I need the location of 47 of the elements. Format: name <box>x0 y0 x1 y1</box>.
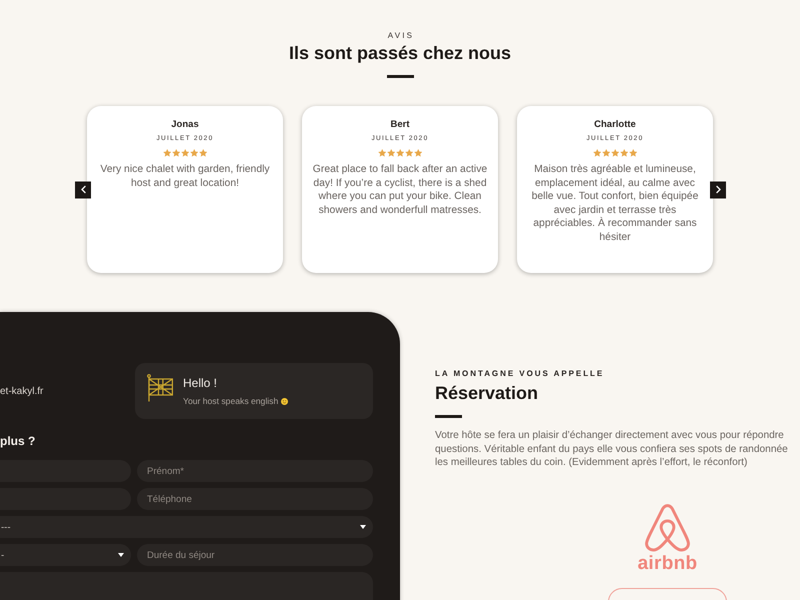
chevron-left-icon <box>80 186 86 194</box>
contact-text: et-kakyl.fr <box>0 386 44 396</box>
section-eyebrow: LA MONTAGNE VOUS APPELLE <box>435 369 604 379</box>
star-icon <box>378 149 386 158</box>
caret-down-icon <box>360 525 366 529</box>
title-underline <box>435 415 462 418</box>
review-text: Maison très agréable et lumineuse, emplacement idéal, au calme avec belle vue. Tout confort, bien équipée avec jardin et terrasse très appréciables. À recommander sans hésiter <box>530 163 700 244</box>
text-field[interactable]: Téléphone <box>137 488 373 510</box>
star-icon <box>404 149 414 158</box>
star-icon <box>610 149 620 158</box>
reviewer-name: Jonas <box>171 119 199 131</box>
reviewer-name: Charlotte <box>594 119 636 131</box>
star-icon <box>180 149 190 158</box>
text-field[interactable]: Durée du séjour <box>137 544 373 566</box>
star-icon <box>628 149 638 158</box>
section-title: Ils sont passés chez nous <box>288 42 512 64</box>
language-card-title: Hello ! <box>183 376 218 391</box>
text-field[interactable]: Prénom* <box>137 460 373 482</box>
flag-icon <box>147 374 173 402</box>
star-icon <box>198 149 208 158</box>
title-underline <box>386 75 414 78</box>
star-icon <box>396 149 404 158</box>
review-text: Very nice chalet with garden, friendly host and great location! <box>99 163 271 190</box>
caret-down-icon <box>118 553 124 557</box>
language-card-subtitle: Your host speaks english <box>183 396 278 406</box>
dropdown-field[interactable]: - <box>0 544 131 566</box>
form-title: plus ? <box>0 433 36 449</box>
star-icon <box>162 149 172 158</box>
logo-text: airbnb <box>638 554 698 574</box>
star-icon <box>172 149 180 158</box>
previous-button[interactable] <box>75 181 91 198</box>
star-icon <box>386 149 396 158</box>
star-icon <box>620 149 628 158</box>
star-icon <box>414 149 422 158</box>
description-text: Votre hôte se fera un plaisir d’échanger directement avec vous pour répondre questions. Véritable enfant du pays elle vous confiera ses spots de randonnée les meilleures tables du coin. (Evidemment après l’effort, le réconfort) <box>435 429 788 470</box>
star-icon <box>602 149 610 158</box>
section-eyebrow: AVIS <box>386 31 414 41</box>
star-icon <box>592 149 602 158</box>
dropdown-field[interactable]: --- <box>0 516 373 538</box>
star-icon <box>190 149 198 158</box>
chevron-right-icon <box>716 186 720 194</box>
review-text: Great place to fall back after an active day! If you’re a cyclist, there is a shed where you can put your bike. Clean showers and wonderfull matresses. <box>312 163 488 218</box>
next-button[interactable] <box>710 181 726 198</box>
logo-icon <box>645 504 690 552</box>
section-title: Réservation <box>435 382 538 404</box>
winking-face-icon <box>281 398 288 404</box>
reviewer-name: Bert <box>390 119 410 131</box>
